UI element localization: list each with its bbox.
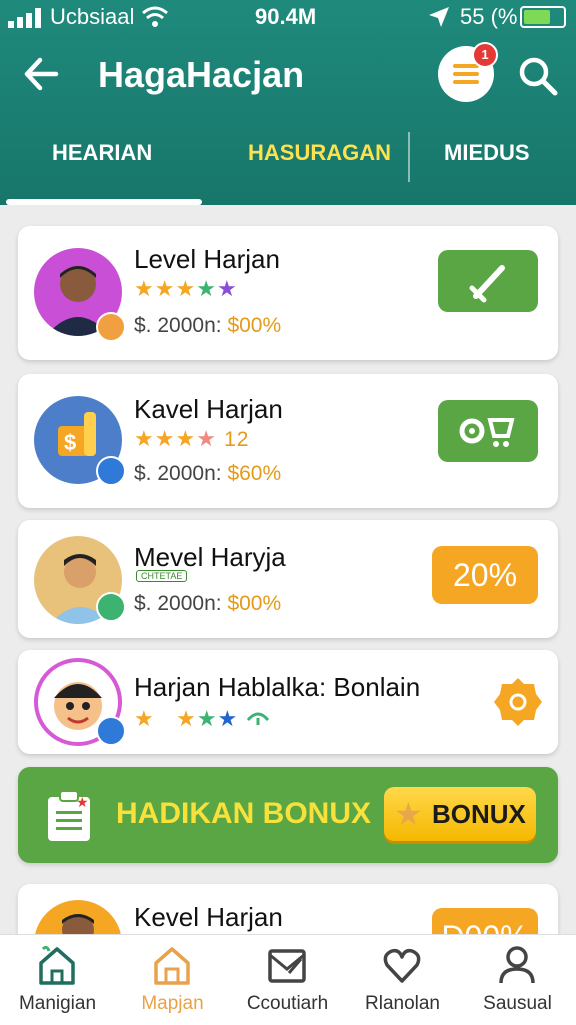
close-badge-icon <box>96 456 126 486</box>
wifi-icon <box>142 6 168 27</box>
gear-cart-icon <box>459 418 515 447</box>
nav-label: Ccoutiarh <box>246 993 329 1014</box>
home-icon <box>39 945 75 985</box>
nav-item-mapjan[interactable]: Mapjan <box>115 935 230 1025</box>
rating-stars: ★ ★★★ <box>134 706 271 732</box>
list-item[interactable]: Level Harjan ★★★★★ $. 2000n: $00% <box>18 226 558 360</box>
item-name: Kavel Harjan <box>134 394 283 424</box>
star-icon: ★ <box>394 796 423 832</box>
nav-label: Sausual <box>483 993 552 1014</box>
tag-badge: CHTETAE <box>136 570 188 582</box>
price-percent: $00% <box>227 592 282 615</box>
price-line: $. 2000n: $00% <box>134 592 281 616</box>
star-icon: ★ <box>134 706 155 731</box>
star-icon: ★ <box>175 276 197 301</box>
badge-icon[interactable] <box>492 676 544 728</box>
tab-hasuragan[interactable]: HASURAGAN <box>248 140 391 166</box>
user-icon <box>499 946 535 984</box>
bottom-nav: Manigian Mapjan Ccoutiarh Rlanolan Sausu… <box>0 934 576 1025</box>
mail-icon <box>268 949 306 983</box>
status-bar: Ucbsiaal 90.4M 55 (% <box>0 0 576 36</box>
tab-hearian[interactable]: HEARIAN <box>52 140 152 166</box>
nav-item-manigian[interactable]: Manigian <box>0 935 115 1025</box>
list-item[interactable]: Harjan Hablalka: Bonlain ★ ★★★ <box>18 650 558 754</box>
heart-icon <box>383 948 421 983</box>
list-item[interactable]: $ Kavel Harjan ★★★★ 12 $. 2000n: $60% <box>18 374 558 508</box>
item-name: Kevel Harjan <box>134 902 283 932</box>
search-icon[interactable] <box>514 52 562 100</box>
tab-miedus[interactable]: MIEDUS <box>444 140 530 166</box>
menu-button[interactable]: 1 <box>438 42 498 102</box>
star-icon: ★ <box>196 426 217 451</box>
price-amount: $. 2000n: <box>134 592 222 615</box>
price-line: $. 2000n: $60% <box>134 462 281 486</box>
tab-indicator <box>6 199 202 205</box>
rating-count: 12 <box>224 428 250 451</box>
discount-button[interactable]: 20% <box>432 546 538 604</box>
bonus-button[interactable]: ★ BONUX <box>384 787 536 841</box>
price-percent: $60% <box>227 462 282 485</box>
nav-label: Mapjan <box>141 993 204 1014</box>
tab-divider <box>408 132 410 182</box>
star-icon: ★ <box>196 276 217 301</box>
star-icon: ★ <box>134 276 155 301</box>
star-icon: ★ <box>196 706 218 731</box>
pencil-badge-icon <box>96 312 126 342</box>
nav-item-rlanolan[interactable]: Rlanolan <box>345 935 460 1025</box>
settings-cart-button[interactable] <box>438 400 538 462</box>
battery-icon <box>520 6 566 28</box>
carrier-name: Ucbsiaal <box>50 4 135 29</box>
star-icon: ★ <box>176 706 197 731</box>
price-line: $. 2000n: $00% <box>134 314 281 338</box>
clock: 90.4M <box>255 4 317 29</box>
item-name: Mevel Haryja <box>134 542 286 572</box>
nav-item-sausual[interactable]: Sausual <box>460 935 575 1025</box>
battery-percent: 55 (% <box>460 4 518 29</box>
item-name: Harjan Hablalka: Bonlain <box>134 672 421 702</box>
back-arrow-icon[interactable] <box>22 52 62 96</box>
signal-arc-icon <box>247 712 270 725</box>
sword-button[interactable] <box>438 250 538 312</box>
bonus-text: HADIKAN BONUX <box>116 797 371 830</box>
price-amount: $. 2000n: <box>134 462 222 485</box>
notification-badge: 1 <box>472 42 498 68</box>
nav-item-ccoutiarh[interactable]: Ccoutiarh <box>230 935 345 1025</box>
nav-label: Rlanolan <box>365 993 440 1014</box>
list-item[interactable]: Mevel Haryja CHTETAE $. 2000n: $00% 20% <box>18 520 558 638</box>
star-icon: ★ <box>154 426 176 451</box>
signal-icon <box>8 8 41 28</box>
page-title: HagaHacjan <box>98 54 305 95</box>
bonus-button-label: BONUX <box>432 799 526 829</box>
rating-stars: ★★★★ 12 <box>134 426 249 452</box>
close-badge-icon <box>96 716 126 746</box>
price-percent: $00% <box>227 314 282 337</box>
clipboard-icon: ★ <box>48 790 90 841</box>
item-name: Level Harjan <box>134 244 280 274</box>
nav-label: Manigian <box>18 993 97 1014</box>
rating-stars: ★★★★★ <box>134 276 238 302</box>
svg-text:★: ★ <box>76 795 89 811</box>
bonus-banner[interactable]: ★ HADIKAN BONUX ★ BONUX <box>18 767 558 863</box>
store-icon <box>154 947 190 985</box>
location-arrow-icon <box>429 7 449 27</box>
star-icon: ★ <box>134 426 155 451</box>
star-icon: ★ <box>216 276 238 301</box>
check-badge-icon <box>96 592 126 622</box>
star-icon: ★ <box>217 706 239 731</box>
sword-icon <box>469 265 505 303</box>
price-amount: $. 2000n: <box>134 314 222 337</box>
star-icon: ★ <box>154 276 176 301</box>
star-icon: ★ <box>175 426 197 451</box>
svg-text:$: $ <box>64 430 76 455</box>
app-header: Ucbsiaal 90.4M 55 (% HagaHacjan 1 HEARIA… <box>0 0 576 205</box>
